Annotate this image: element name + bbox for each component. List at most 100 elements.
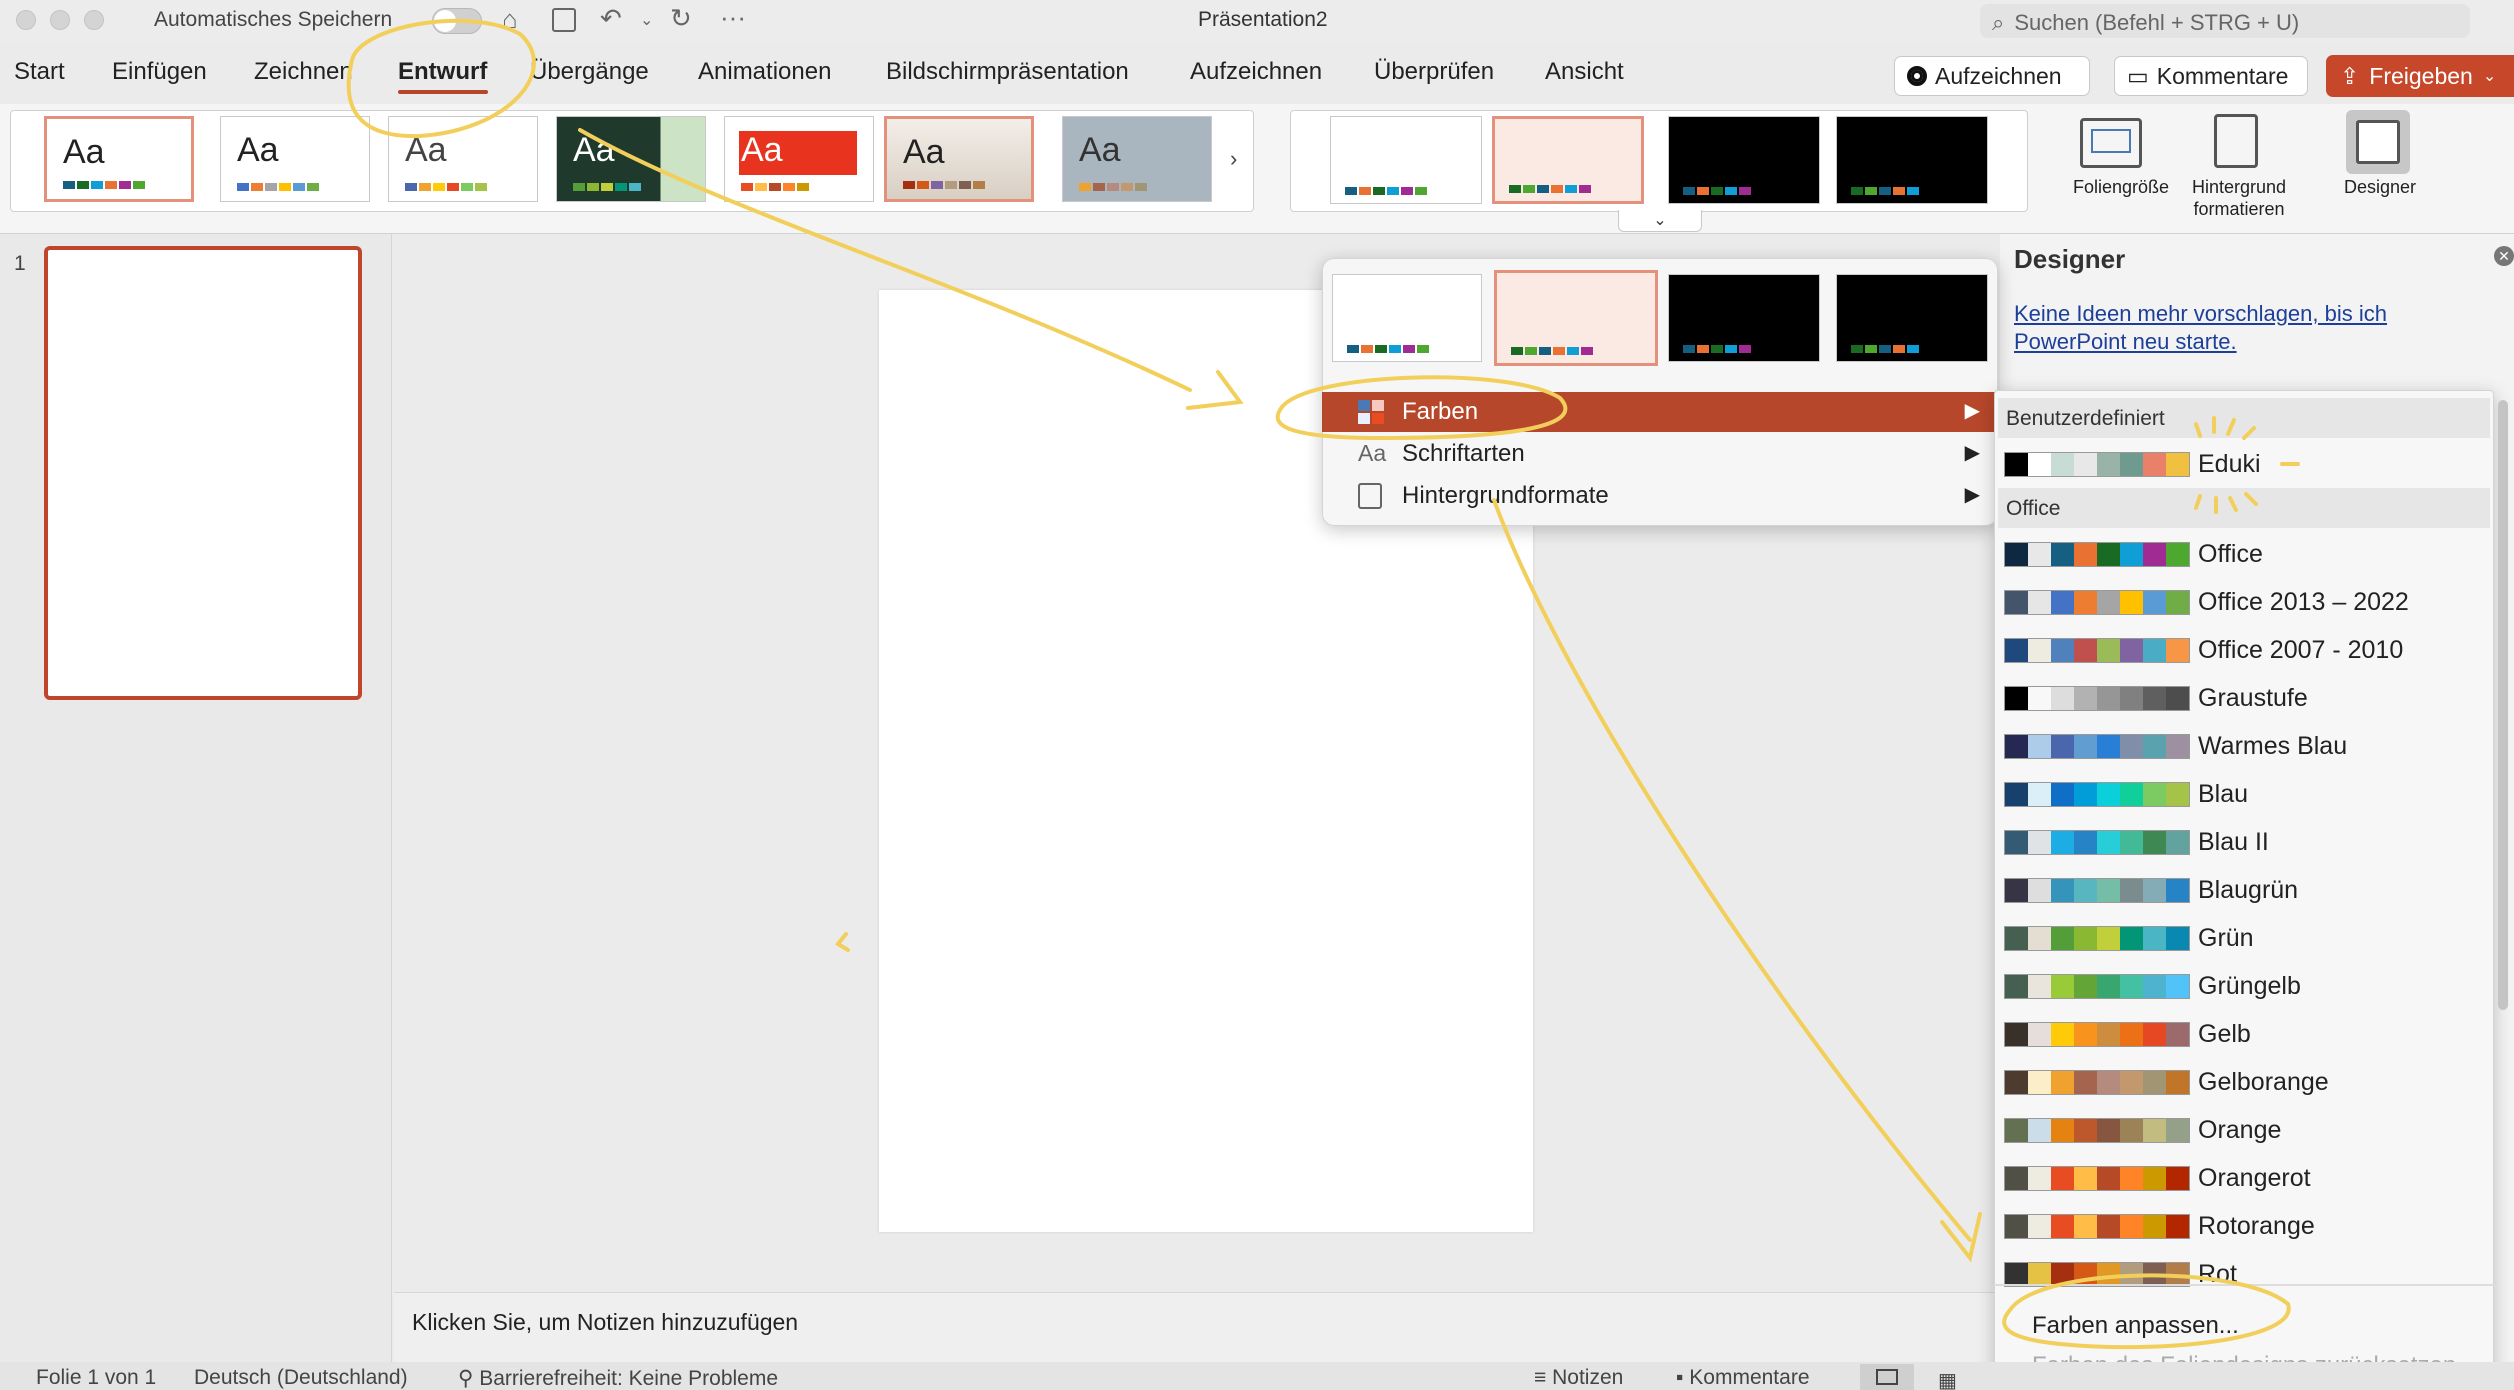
share-icon: ⇪ xyxy=(2340,62,2360,89)
menu-item-colors[interactable]: Farben ▶ xyxy=(1322,392,1998,432)
color-swatches xyxy=(2004,637,2190,663)
tab-bildschirmpraesentation[interactable]: Bildschirmpräsentation xyxy=(886,58,1129,86)
comments-button[interactable]: ▭ Kommentare xyxy=(2114,56,2308,96)
designer-stop-suggestions-link[interactable]: Keine Ideen mehr vorschlagen, bis ich Pow… xyxy=(2014,300,2387,356)
color-swatches xyxy=(2004,781,2190,807)
status-comments-button[interactable]: ▪ Kommentare xyxy=(1676,1366,1810,1390)
theme-thumbnail[interactable]: Aa xyxy=(220,116,370,202)
tab-einfuegen[interactable]: Einfügen xyxy=(112,58,207,86)
designer-button-label[interactable]: Designer xyxy=(2326,176,2434,198)
home-icon[interactable]: ⌂ xyxy=(502,6,518,32)
color-scheme-item[interactable]: Blau II xyxy=(2004,822,2269,862)
notes-icon: ≡ xyxy=(1534,1366,1553,1389)
designer-icon[interactable] xyxy=(2346,110,2410,174)
theme-thumbnail[interactable]: Aa xyxy=(1062,116,1212,202)
divider xyxy=(1994,1284,2494,1286)
format-background-label-line1: Hintergrund xyxy=(2191,177,2287,197)
theme-thumbnail[interactable]: Aa xyxy=(44,116,194,202)
variant-thumbnail[interactable] xyxy=(1492,116,1644,204)
variant-thumbnail[interactable] xyxy=(1836,116,1988,204)
color-scheme-item[interactable]: Grün xyxy=(2004,918,2254,958)
minimize-window-button[interactable] xyxy=(50,10,70,30)
variant-thumbnail[interactable] xyxy=(1494,270,1658,366)
slide-size-label[interactable]: Foliengröße xyxy=(2066,176,2176,198)
autosave-label: Automatisches Speichern xyxy=(154,8,393,31)
format-background-icon[interactable] xyxy=(2214,114,2258,168)
color-scheme-item[interactable]: Blaugrün xyxy=(2004,870,2298,910)
undo-icon[interactable]: ↶ xyxy=(600,5,622,31)
color-swatches xyxy=(2004,1213,2190,1239)
record-button[interactable]: Aufzeichnen xyxy=(1894,56,2090,96)
color-swatches xyxy=(2004,1021,2190,1047)
search-input[interactable]: ⌕ Suchen (Befehl + STRG + U) xyxy=(1980,4,2470,38)
variant-thumbnail[interactable] xyxy=(1668,274,1820,362)
color-scheme-item[interactable]: Gelborange xyxy=(2004,1062,2329,1102)
variants-expand-icon[interactable]: ⌄ xyxy=(1618,210,1702,232)
color-scheme-name: Blau xyxy=(2198,779,2249,808)
normal-view-button[interactable] xyxy=(1860,1364,1914,1390)
color-scheme-item[interactable]: Graustufe xyxy=(2004,678,2308,718)
theme-sample-text: Aa xyxy=(1079,131,1121,169)
tab-ueberpruefen[interactable]: Überprüfen xyxy=(1374,58,1494,86)
color-scheme-item[interactable]: Office 2013 – 2022 xyxy=(2004,582,2409,622)
color-scheme-item[interactable]: Warmes Blau xyxy=(2004,726,2347,766)
color-scheme-item[interactable]: Blau xyxy=(2004,774,2248,814)
variant-thumbnail[interactable] xyxy=(1332,274,1482,362)
tab-aufzeichnen[interactable]: Aufzeichnen xyxy=(1190,58,1322,86)
theme-thumbnail[interactable]: Aa xyxy=(884,116,1034,202)
menu-item-background-styles[interactable]: Hintergrundformate ▶ xyxy=(1322,476,1998,516)
color-scheme-item[interactable]: Office xyxy=(2004,534,2263,574)
color-scheme-item[interactable]: Rot xyxy=(2004,1254,2237,1294)
notes-pane[interactable]: Klicken Sie, um Notizen hinzuzufügen xyxy=(394,1292,1998,1362)
share-button[interactable]: ⇪ Freigeben ⌄ xyxy=(2326,55,2514,97)
tab-zeichnen[interactable]: Zeichnen xyxy=(254,58,353,86)
color-scheme-name: Gelb xyxy=(2198,1019,2251,1048)
submenu-arrow-icon: ▶ xyxy=(1964,442,1980,464)
close-icon[interactable]: ✕ xyxy=(2494,246,2514,266)
notes-button[interactable]: ≡ Notizen xyxy=(1534,1366,1623,1390)
menu-item-label: Farben xyxy=(1402,398,1479,425)
link-line-1: Keine Ideen mehr vorschlagen, bis ich xyxy=(2014,301,2387,326)
accessibility-status[interactable]: ⚲ Barrierefreiheit: Keine Probleme xyxy=(458,1366,778,1390)
close-window-button[interactable] xyxy=(16,10,36,30)
slide-thumbnail[interactable] xyxy=(44,246,362,700)
customize-colors-item[interactable]: Farben anpassen... xyxy=(2032,1312,2239,1340)
tab-animationen[interactable]: Animationen xyxy=(698,58,831,86)
color-scheme-item[interactable]: Gelb xyxy=(2004,1014,2251,1054)
theme-thumbnail[interactable]: Aa xyxy=(724,116,874,202)
undo-dropdown-icon[interactable]: ⌄ xyxy=(640,10,653,30)
tab-start[interactable]: Start xyxy=(14,58,65,86)
comments-label: Kommentare xyxy=(1689,1366,1810,1389)
tab-entwurf[interactable]: Entwurf xyxy=(398,58,487,86)
slide-sorter-icon[interactable]: ▦ xyxy=(1938,1368,1964,1390)
colors-icon xyxy=(1358,400,1384,424)
variant-thumbnail[interactable] xyxy=(1330,116,1482,204)
save-icon[interactable] xyxy=(552,8,576,32)
tab-uebergaenge[interactable]: Übergänge xyxy=(530,58,649,86)
redo-icon[interactable]: ↻ xyxy=(670,5,692,31)
color-scheme-item[interactable]: Office 2007 - 2010 xyxy=(2004,630,2403,670)
color-scheme-name: Office 2007 - 2010 xyxy=(2198,635,2404,664)
tab-ansicht[interactable]: Ansicht xyxy=(1545,58,1624,86)
format-background-label[interactable]: Hintergrund formatieren xyxy=(2176,176,2302,220)
slide-info: Folie 1 von 1 xyxy=(36,1366,157,1389)
color-scheme-item[interactable]: Orange xyxy=(2004,1110,2281,1150)
language-status[interactable]: Deutsch (Deutschland) xyxy=(194,1366,408,1390)
color-scheme-item[interactable]: Grüngelb xyxy=(2004,966,2301,1006)
theme-thumbnail[interactable]: Aa xyxy=(556,116,706,202)
menu-item-fonts[interactable]: Aa Schriftarten ▶ xyxy=(1322,434,1998,474)
gallery-next-icon[interactable]: › xyxy=(1230,146,1237,172)
slide-size-icon[interactable] xyxy=(2080,118,2142,168)
more-icon[interactable]: ··· xyxy=(720,4,746,30)
normal-view-icon xyxy=(1876,1369,1898,1385)
autosave-toggle[interactable] xyxy=(432,8,482,34)
color-scheme-item[interactable]: Orangerot xyxy=(2004,1158,2311,1198)
variant-thumbnail[interactable] xyxy=(1668,116,1820,204)
variant-thumbnail[interactable] xyxy=(1836,274,1988,362)
color-scheme-eduki[interactable]: Eduki xyxy=(2004,444,2261,484)
zoom-window-button[interactable] xyxy=(84,10,104,30)
colors-scrollbar[interactable] xyxy=(2498,400,2508,1010)
submenu-arrow-icon: ▶ xyxy=(1964,484,1980,506)
theme-thumbnail[interactable]: Aa xyxy=(388,116,538,202)
color-scheme-item[interactable]: Rotorange xyxy=(2004,1206,2315,1246)
